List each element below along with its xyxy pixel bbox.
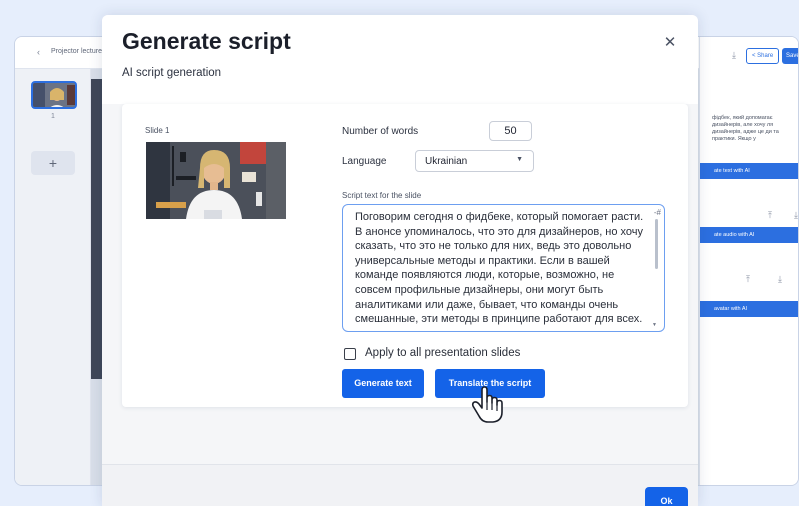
hand-cursor-icon xyxy=(471,386,503,423)
slides-sidebar: 1 + xyxy=(15,69,91,485)
scroll-down-icon[interactable]: ▼ xyxy=(652,322,657,328)
close-icon[interactable]: ✕ xyxy=(662,35,678,51)
script-textarea[interactable]: Поговорим сегодня о фидбеке, который пом… xyxy=(342,204,665,332)
scrollbar-thumb[interactable] xyxy=(655,219,658,269)
presenter-image xyxy=(146,142,286,219)
slide-thumbnail[interactable] xyxy=(31,81,77,109)
share-button[interactable]: < Share xyxy=(746,48,780,64)
ok-button[interactable]: Ok xyxy=(645,487,688,506)
modal-header: Generate script AI script generation ✕ xyxy=(102,15,698,104)
generate-script-modal: Generate script AI script generation ✕ S… xyxy=(102,15,698,506)
language-select[interactable]: Ukrainian ▼ xyxy=(415,150,534,172)
apply-all-label[interactable]: Apply to all presentation slides xyxy=(365,347,520,359)
generate-text-ai-button[interactable]: ate text with AI xyxy=(700,163,798,179)
save-button[interactable]: Save xyxy=(782,48,798,64)
apply-all-checkbox[interactable] xyxy=(344,348,356,360)
slide-preview-image xyxy=(146,142,286,219)
upload-icon[interactable]: ⤒ xyxy=(746,274,750,285)
add-slide-button[interactable]: + xyxy=(31,151,75,175)
generate-text-button[interactable]: Generate text xyxy=(342,369,424,398)
back-chevron-icon[interactable]: ‹ xyxy=(37,47,40,57)
modal-footer: Ok xyxy=(102,464,698,506)
avatar-ai-button[interactable]: avatar with AI xyxy=(700,301,798,317)
breadcrumb-title[interactable]: Projector lecture xyxy=(51,48,102,55)
modal-subtitle: AI script generation xyxy=(122,67,222,79)
download-icon[interactable]: ⤓ xyxy=(794,210,798,221)
download-icon[interactable]: ⤓ xyxy=(778,274,782,285)
words-label: Number of words xyxy=(342,126,419,137)
language-label: Language xyxy=(342,156,387,167)
chevron-down-icon: ▼ xyxy=(516,156,523,163)
script-label: Script text for the slide xyxy=(342,191,422,200)
slide-number: 1 xyxy=(51,113,55,120)
slide-thumbnail-image xyxy=(33,83,75,107)
script-text: Поговорим сегодня о фидбеке, который пом… xyxy=(355,211,644,326)
slide-label: Slide 1 xyxy=(145,126,170,135)
words-count-input[interactable] xyxy=(489,121,532,141)
generate-audio-ai-button[interactable]: ate audio with AI xyxy=(700,227,798,243)
properties-panel: ⤓ < Share Save › ▲ фідбек, який допомага… xyxy=(699,37,798,485)
modal-title: Generate script xyxy=(122,28,291,54)
right-panel-script-text: фідбек, який допомагає дизайнерів, але х… xyxy=(712,115,779,142)
language-value: Ukrainian xyxy=(425,156,468,167)
resize-grip-icon[interactable]: -# xyxy=(654,208,661,217)
upload-icon[interactable]: ⤒ xyxy=(768,210,772,221)
download-icon[interactable]: ⤓ xyxy=(732,50,736,61)
slide-script-card: Slide 1 Number of words La xyxy=(122,104,688,407)
